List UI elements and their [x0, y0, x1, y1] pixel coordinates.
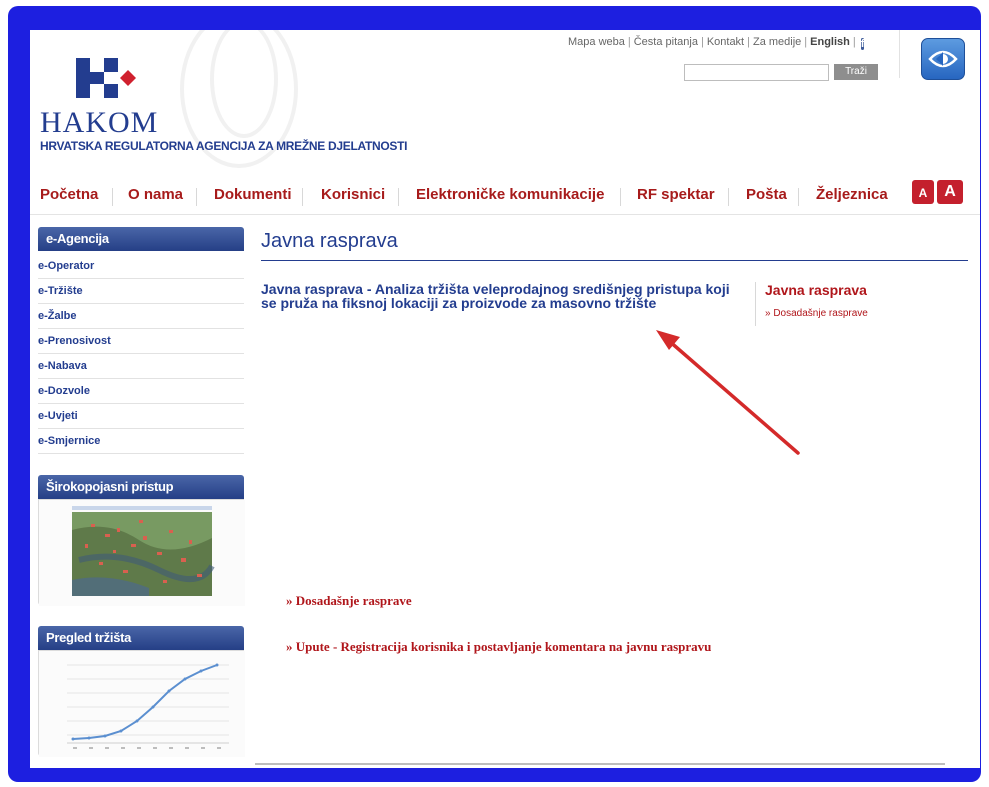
annotation-arrow	[656, 330, 800, 455]
